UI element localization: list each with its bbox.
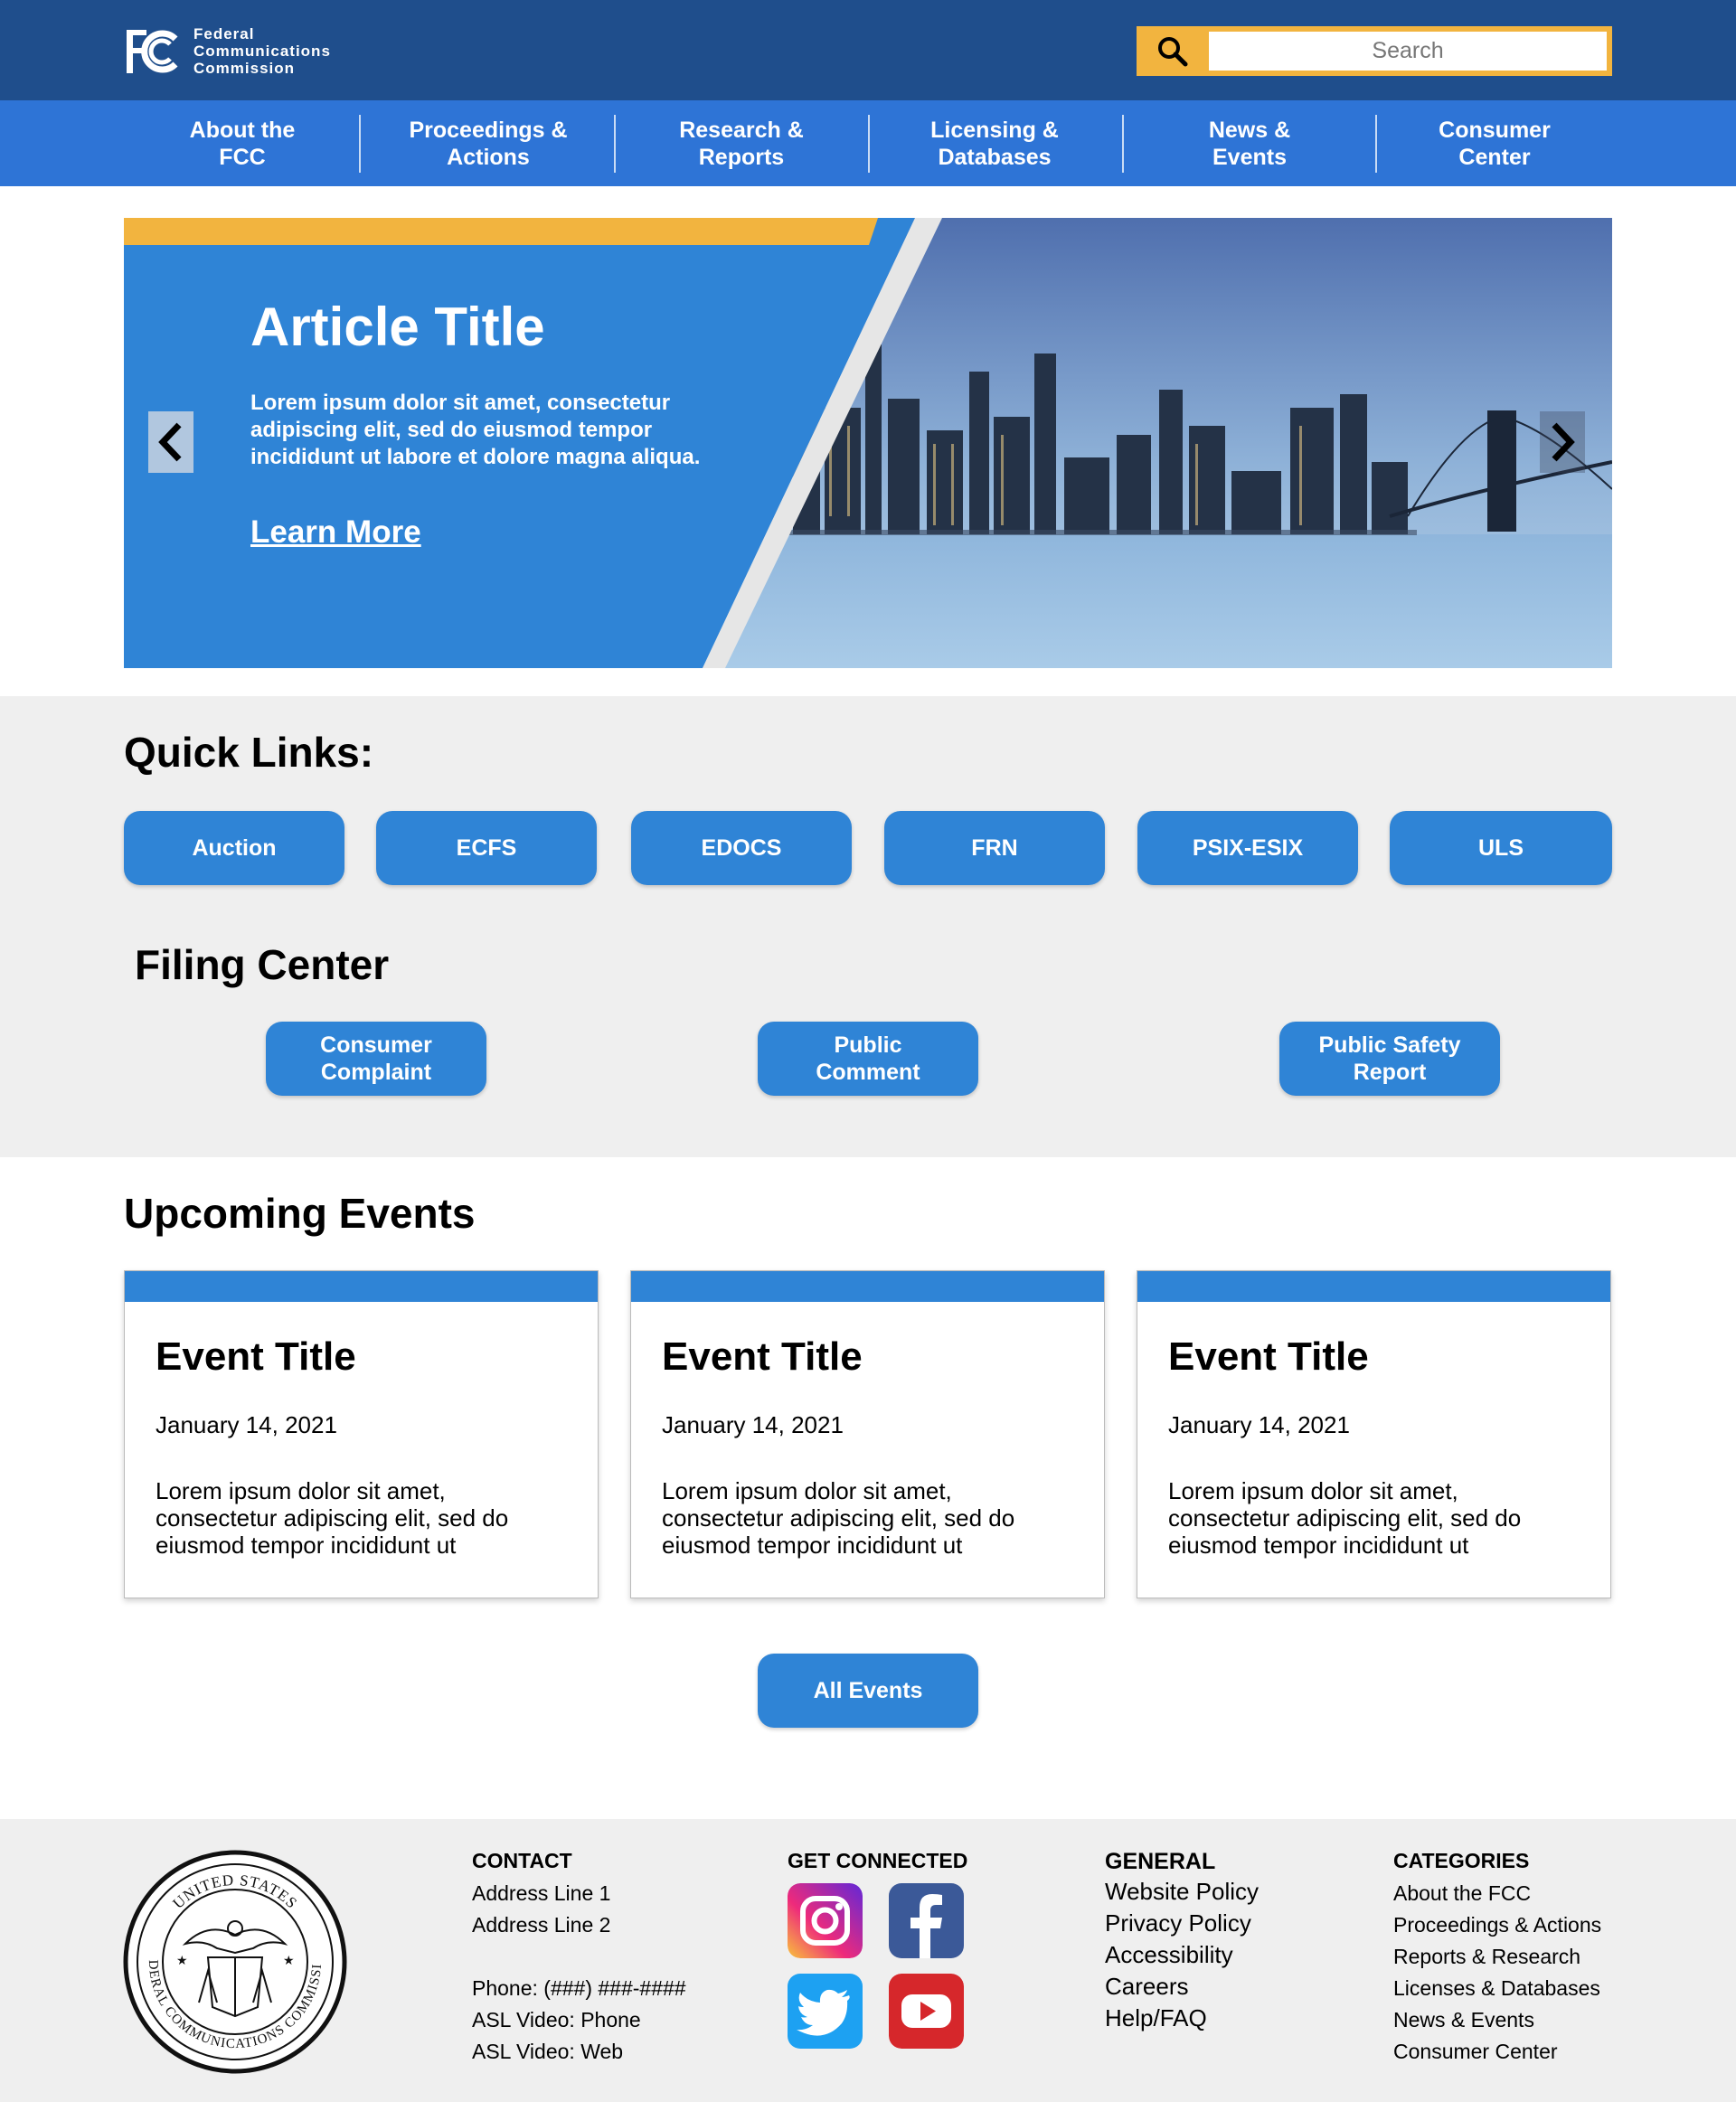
logo-text: Federal Communications Commission — [193, 25, 331, 77]
event-card[interactable]: Event Title January 14, 2021 Lorem ipsum… — [124, 1270, 599, 1598]
search-input[interactable] — [1209, 32, 1607, 71]
learn-more-link[interactable]: Learn More — [250, 514, 421, 551]
search-button[interactable] — [1137, 26, 1209, 76]
nav-item-about[interactable]: About the FCC — [152, 115, 333, 173]
facebook-icon[interactable] — [889, 1883, 964, 1958]
nav-item-label: Consumer Center — [1439, 118, 1551, 170]
hero-title: Article Title — [250, 297, 545, 357]
event-date: January 14, 2021 — [156, 1411, 337, 1438]
nav-item-licensing[interactable]: Licensing & Databases — [904, 115, 1085, 173]
instagram-icon[interactable] — [788, 1883, 863, 1958]
nav-divider — [1122, 115, 1124, 173]
nav-item-research[interactable]: Research & Reports — [651, 115, 832, 173]
nav-item-label: Licensing & Databases — [930, 118, 1059, 170]
address-line-1: Address Line 1 — [472, 1881, 611, 1905]
nav-item-label: Proceedings & Actions — [409, 118, 568, 170]
event-card-bar — [125, 1271, 598, 1302]
category-link-proceedings[interactable]: Proceedings & Actions — [1393, 1913, 1601, 1937]
nav-divider — [1375, 115, 1377, 173]
event-date: January 14, 2021 — [662, 1411, 844, 1438]
main-nav: About the FCC Proceedings & Actions Rese… — [0, 100, 1736, 186]
nav-item-news[interactable]: News & Events — [1159, 115, 1340, 173]
event-card[interactable]: Event Title January 14, 2021 Lorem ipsum… — [630, 1270, 1105, 1598]
asl-video-web-link[interactable]: ASL Video: Web — [472, 2040, 623, 2064]
event-description: Lorem ipsum dolor sit amet, consectetur … — [156, 1477, 509, 1559]
website-policy-link[interactable]: Website Policy — [1105, 1878, 1259, 1906]
event-card-bar — [631, 1271, 1104, 1302]
fcc-logo-mark-icon — [127, 29, 178, 73]
event-description: Lorem ipsum dolor sit amet, consectetur … — [1168, 1477, 1522, 1559]
chevron-right-icon — [1552, 422, 1575, 462]
category-link-consumer[interactable]: Consumer Center — [1393, 2040, 1558, 2064]
logo-line: Communications — [193, 42, 331, 60]
asl-video-phone-link[interactable]: ASL Video: Phone — [472, 2008, 641, 2032]
phone-line: Phone: (###) ###-#### — [472, 1976, 686, 2000]
carousel-next-button[interactable] — [1540, 411, 1585, 473]
quick-link-psix-esix[interactable]: PSIX-ESIX — [1137, 811, 1358, 885]
categories-heading: CATEGORIES — [1393, 1849, 1530, 1872]
nav-divider — [868, 115, 870, 173]
nav-divider — [359, 115, 361, 173]
quick-link-ecfs[interactable]: ECFS — [376, 811, 597, 885]
category-link-news[interactable]: News & Events — [1393, 2008, 1534, 2032]
logo-line: Commission — [193, 60, 296, 77]
svg-text:★: ★ — [176, 1953, 188, 1967]
privacy-policy-link[interactable]: Privacy Policy — [1105, 1909, 1251, 1937]
nav-divider — [614, 115, 616, 173]
quick-link-uls[interactable]: ULS — [1390, 811, 1612, 885]
address-line-2: Address Line 2 — [472, 1913, 611, 1937]
careers-link[interactable]: Careers — [1105, 1973, 1188, 2001]
nav-item-label: About the FCC — [189, 118, 296, 170]
quick-link-edocs[interactable]: EDOCS — [631, 811, 852, 885]
quick-link-auction[interactable]: Auction — [124, 811, 344, 885]
carousel-prev-button[interactable] — [148, 411, 193, 473]
all-events-button[interactable]: All Events — [758, 1654, 978, 1728]
filing-center-heading: Filing Center — [135, 941, 390, 988]
nav-item-proceedings[interactable]: Proceedings & Actions — [389, 115, 588, 173]
chevron-left-icon — [158, 422, 182, 462]
event-title: Event Title — [156, 1334, 356, 1379]
upcoming-events-heading: Upcoming Events — [124, 1190, 476, 1237]
quick-links-heading: Quick Links: — [124, 729, 374, 776]
accessibility-link[interactable]: Accessibility — [1105, 1941, 1233, 1969]
logo-line: Federal — [193, 25, 255, 42]
event-date: January 14, 2021 — [1168, 1411, 1350, 1438]
nav-item-label: News & Events — [1208, 118, 1291, 170]
search-box — [1137, 26, 1612, 76]
event-title: Event Title — [662, 1334, 863, 1379]
fcc-logo[interactable]: Federal Communications Commission — [123, 25, 331, 77]
svg-text:★: ★ — [283, 1953, 295, 1967]
hero-text: Lorem ipsum dolor sit amet, consectetur … — [250, 391, 701, 469]
public-comment-button[interactable]: Public Comment — [758, 1022, 978, 1096]
category-link-about[interactable]: About the FCC — [1393, 1881, 1531, 1906]
event-card-bar — [1137, 1271, 1610, 1302]
help-faq-link[interactable]: Help/FAQ — [1105, 2004, 1207, 2032]
contact-heading: CONTACT — [472, 1849, 572, 1872]
consumer-complaint-button[interactable]: Consumer Complaint — [266, 1022, 486, 1096]
category-link-reports[interactable]: Reports & Research — [1393, 1945, 1580, 1969]
fcc-seal-icon: UNITED STATES FEDERAL COMMUNICATIONS COM… — [122, 1849, 347, 2074]
public-safety-report-button[interactable]: Public Safety Report — [1279, 1022, 1500, 1096]
nav-item-consumer[interactable]: Consumer Center — [1404, 115, 1585, 173]
nav-item-label: Research & Reports — [679, 118, 804, 170]
event-title: Event Title — [1168, 1334, 1369, 1379]
general-heading: GENERAL — [1105, 1849, 1216, 1874]
hero-carousel: Article Title Lorem ipsum dolor sit amet… — [124, 218, 1612, 668]
get-connected-heading: GET CONNECTED — [788, 1849, 968, 1872]
quick-link-frn[interactable]: FRN — [884, 811, 1105, 885]
twitter-icon[interactable] — [788, 1974, 863, 2049]
youtube-icon[interactable] — [889, 1974, 964, 2049]
event-card[interactable]: Event Title January 14, 2021 Lorem ipsum… — [1137, 1270, 1611, 1598]
category-link-licenses[interactable]: Licenses & Databases — [1393, 1976, 1600, 2001]
search-icon — [1158, 36, 1188, 66]
event-description: Lorem ipsum dolor sit amet, consectetur … — [662, 1477, 1015, 1559]
site-header: Federal Communications Commission — [0, 0, 1736, 100]
